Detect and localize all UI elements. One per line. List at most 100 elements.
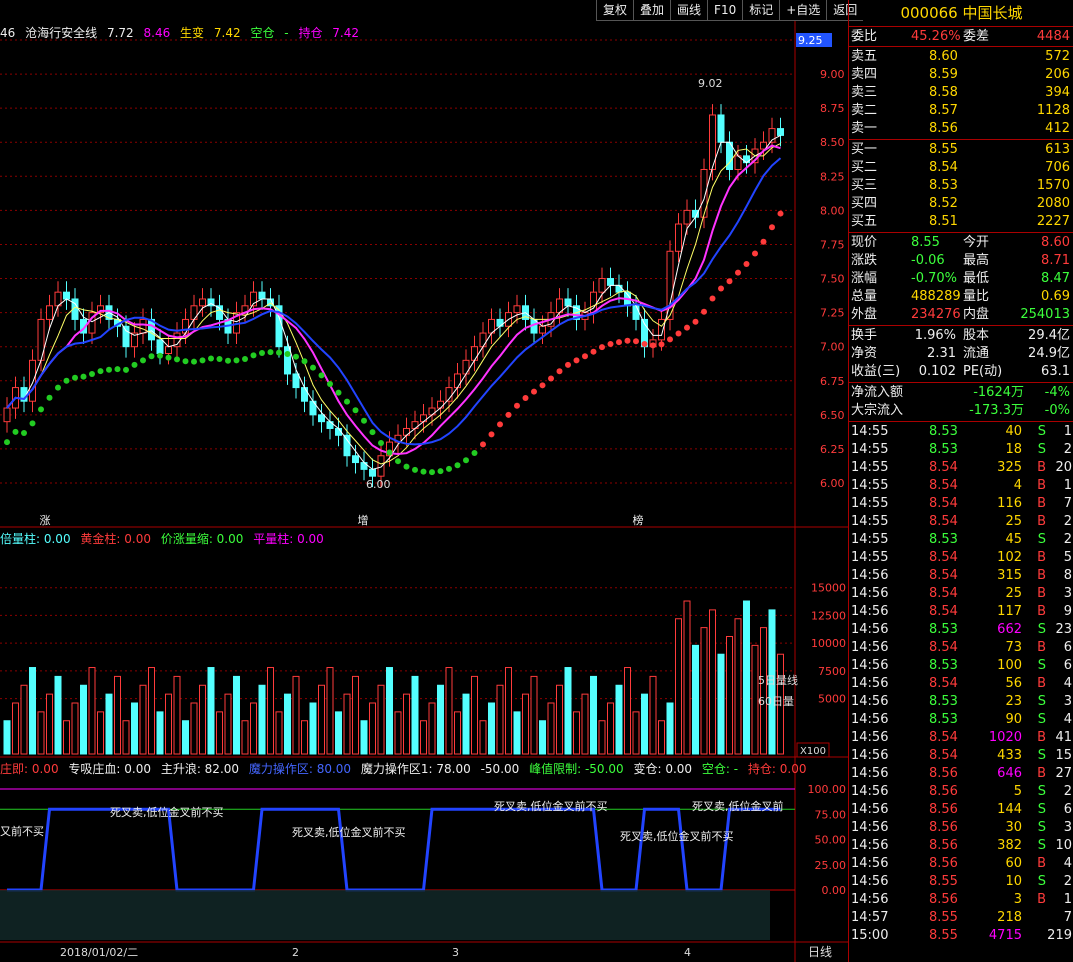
ind-tick-label: 100.00 (808, 783, 847, 796)
sell-vol: 206 (1045, 67, 1070, 82)
volume-bar (182, 720, 189, 755)
tick-row: 14:55 8.53 18 S 2 (849, 441, 1073, 459)
volume-bar (683, 600, 691, 755)
volume-bar (505, 667, 512, 755)
buy-row: 买一 8.55 613 (849, 141, 1073, 159)
candle-body (411, 421, 419, 429)
price-tick-label: 7.25 (820, 307, 845, 320)
toolbar-btn-1[interactable]: 叠加 (633, 0, 671, 21)
ind-hdr-h: 变仓: 0.00 (633, 762, 693, 776)
volume-bar (411, 675, 419, 755)
volume-bar (598, 720, 606, 755)
candle-body (471, 346, 478, 361)
buy-label: 买一 (851, 142, 878, 157)
toolbar-btn-3[interactable]: F10 (707, 0, 743, 21)
stat-label: 外盘 (851, 307, 878, 322)
tick-vol: 662 (997, 622, 1022, 637)
stat-value: 1.96% (914, 328, 956, 343)
stat2-row: 净资 2.31 流通 24.9亿 (849, 345, 1073, 363)
tick-count: 15 (1055, 748, 1072, 763)
tick-side: S (1037, 748, 1046, 763)
tick-vol: 144 (997, 802, 1022, 817)
stat-label: 最低 (963, 271, 990, 286)
tick-row: 15:00 8.55 4715 219 (849, 927, 1073, 945)
sell-vol: 1128 (1036, 103, 1070, 118)
support-dot (233, 357, 240, 364)
volume-bar (658, 720, 665, 755)
tick-price: 8.54 (929, 460, 958, 475)
volume-bar (318, 684, 325, 755)
support-dot (437, 468, 444, 475)
tick-price: 8.56 (929, 766, 958, 781)
support-dot (63, 377, 70, 384)
toolbar-btn-4[interactable]: 标记 (742, 0, 780, 21)
stat-label: 换手 (851, 328, 878, 343)
tick-side: S (1037, 820, 1046, 835)
support-dot (701, 308, 707, 315)
toolbar-btn-2[interactable]: 画线 (670, 0, 708, 21)
tick-count: 3 (1063, 820, 1072, 835)
tick-count: 3 (1063, 694, 1072, 709)
candle-body (63, 291, 70, 300)
candle-body (658, 318, 665, 341)
tick-vol: 116 (997, 496, 1022, 511)
toolbar-btn-5[interactable]: +自选 (779, 0, 827, 21)
volume-bar (71, 702, 79, 755)
candle-body (139, 318, 147, 334)
support-dot (148, 353, 155, 360)
tick-count: 41 (1055, 730, 1072, 745)
tick-count: 8 (1063, 568, 1072, 583)
support-dot (361, 417, 367, 424)
tick-price: 8.55 (929, 874, 958, 889)
candle-body (437, 400, 444, 409)
support-dot (369, 429, 376, 436)
price-tick-label: 7.75 (820, 238, 845, 251)
kline-chart[interactable]: 9.25 9.00 8.75 8.50 8.25 8.00 7.75 7.50 7.25 7.00… (0, 0, 848, 962)
chart-area[interactable]: 9.25 9.00 8.75 8.50 8.25 8.00 7.75 7.50 7.25 7.00… (0, 0, 848, 962)
volume-bar (37, 711, 45, 755)
ind-hdr-d: 魔力操作区: 80.00 (248, 762, 352, 776)
sell-price: 8.59 (929, 67, 958, 82)
sell-row: 卖一 8.56 412 (849, 120, 1073, 138)
stock-title[interactable]: 000066 中国长城 (849, 0, 1073, 27)
buy-label: 买四 (851, 196, 878, 211)
sell-label: 卖五 (851, 49, 878, 64)
stat-value: 8.47 (1041, 271, 1070, 286)
support-dot (386, 449, 393, 456)
sell-label: 卖三 (851, 85, 878, 100)
tick-count: 4 (1063, 856, 1072, 871)
volume-bar (615, 684, 623, 755)
volume-bar (267, 667, 274, 755)
tick-row: 14:56 8.54 56 B 4 (849, 675, 1073, 693)
tick-count: 2 (1063, 442, 1072, 457)
stat-row: 现价 8.55 今开 8.60 (849, 234, 1073, 252)
quote-panel: 000066 中国长城 委比 45.26% 委差 4484 卖五 8.60 572 卖四 8.5… (848, 0, 1073, 962)
toolbar-btn-0[interactable]: 复权 (596, 0, 634, 21)
buy-price: 8.52 (929, 196, 958, 211)
tick-side: B (1037, 568, 1046, 583)
candle-body (420, 414, 427, 423)
hdr-title-val: 7.72 (106, 26, 134, 40)
tick-vol: 25 (1005, 586, 1022, 601)
sell-vol: 572 (1045, 49, 1070, 64)
tick-side: S (1037, 838, 1046, 853)
volume-bar (275, 711, 283, 755)
tick-side: B (1037, 766, 1046, 781)
volume-bar (428, 702, 436, 755)
tick-row: 14:56 8.54 117 B 9 (849, 603, 1073, 621)
support-dot (344, 398, 350, 405)
volume-bar (726, 635, 733, 755)
candle-body (513, 305, 521, 314)
tick-price: 8.53 (929, 532, 958, 547)
ma-line-12 (6, 157, 782, 446)
tick-time: 14:56 (851, 712, 889, 727)
tick-time: 14:57 (851, 910, 889, 925)
tick-time: 14:55 (851, 514, 889, 529)
ind-text-2: 死叉卖,低位金叉前不买 (494, 799, 608, 813)
support-dot (46, 394, 53, 401)
support-dot (225, 357, 231, 364)
weicha-value: 4484 (1036, 29, 1070, 44)
hdr-kongcang: 空仓 (250, 26, 275, 40)
volume-bar (12, 702, 19, 755)
volume-bar (564, 667, 572, 755)
